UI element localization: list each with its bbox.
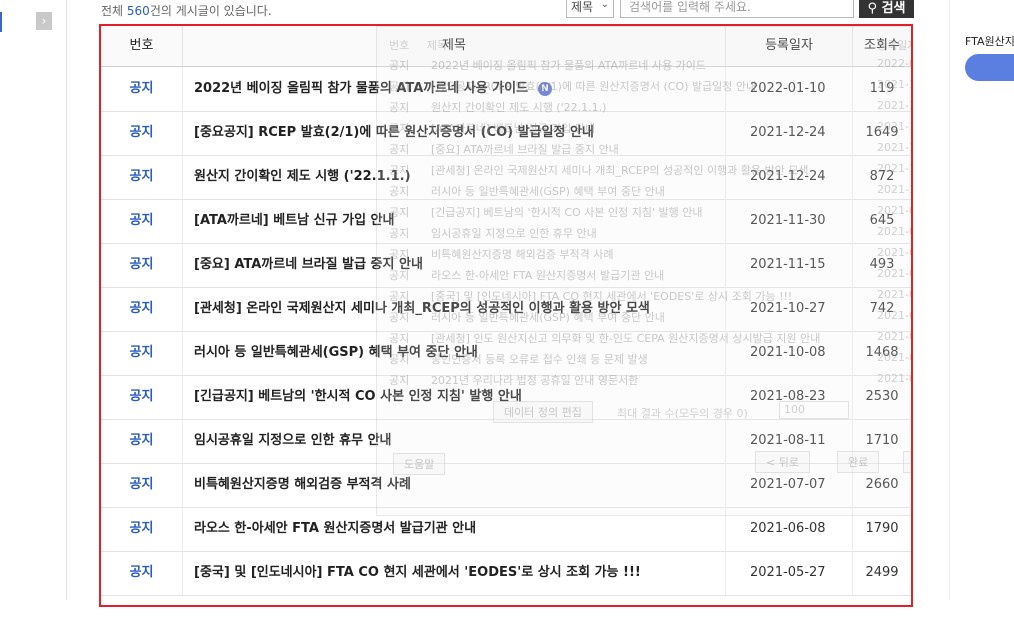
row-notice-label: 공지 bbox=[101, 243, 183, 287]
chevron-down-icon: ⌄ bbox=[600, 0, 609, 10]
table-row[interactable]: 공지 [중요] ATA까르네 브라질 발급 중지 안내 2021-11-15 493 bbox=[101, 243, 911, 288]
row-title-text: [중요] ATA까르네 브라질 발급 중지 안내 bbox=[194, 257, 423, 272]
search-input[interactable]: 검색어를 입력해 주세요. bbox=[620, 0, 854, 18]
row-title-link[interactable]: 비특혜원산지증명 해외검증 부적격 사례 bbox=[183, 463, 726, 507]
row-date: 2021-10-08 bbox=[726, 331, 853, 375]
fta-widget-label: FTA원산지 bbox=[965, 35, 1014, 48]
total-post-count: 전체 560건의 게시글이 있습니다. bbox=[101, 4, 272, 18]
table-row[interactable]: 공지 임시공휴일 지정으로 인한 휴무 안내 2021-08-11 1710 bbox=[101, 419, 911, 464]
header-no: 번호 bbox=[101, 26, 183, 66]
row-title-text: 라오스 한-아세안 FTA 원산지증명서 발급기관 안내 bbox=[194, 521, 477, 536]
row-views: 1649 bbox=[865, 125, 899, 140]
row-date: 2021-07-07 bbox=[726, 463, 853, 507]
header-title: 제목 bbox=[183, 26, 726, 66]
row-date: 2021-05-27 bbox=[726, 551, 853, 595]
row-notice-label: 공지 bbox=[101, 199, 183, 243]
search-placeholder: 검색어를 입력해 주세요. bbox=[629, 0, 751, 14]
row-title-link[interactable]: [중요] ATA까르네 브라질 발급 중지 안내 bbox=[183, 243, 726, 287]
table-row[interactable]: 공지 [ATA까르네] 베트남 신규 가입 안내 2021-11-30 645 bbox=[101, 199, 911, 244]
row-views: 2499 bbox=[865, 565, 899, 580]
row-views: 2530 bbox=[865, 389, 899, 404]
new-badge: N bbox=[538, 81, 553, 96]
row-title-link[interactable]: 임시공휴일 지정으로 인한 휴무 안내 bbox=[183, 419, 726, 463]
row-notice-label: 공지 bbox=[101, 507, 183, 551]
content-divider bbox=[949, 0, 950, 600]
fta-widget-button[interactable] bbox=[965, 54, 1014, 81]
table-row[interactable]: 공지 [관세청] 온라인 국제원산지 세미나 개최_RCEP의 성공적인 이행과 … bbox=[101, 287, 911, 332]
row-title-link[interactable]: 2022년 베이징 올림픽 참가 물품의 ATA까르네 사용 가이드 N bbox=[183, 67, 726, 111]
row-title-text: [긴급공지] 베트남의 '한시적 CO 사본 인정 지침' 발행 안내 bbox=[194, 389, 522, 404]
total-count-number: 560 bbox=[126, 4, 150, 18]
table-row[interactable]: 공지 비특혜원산지증명 해외검증 부적격 사례 2021-07-07 2660 bbox=[101, 463, 911, 508]
row-title-link[interactable]: [ATA까르네] 베트남 신규 가입 안내 bbox=[183, 199, 726, 243]
row-notice-label: 공지 bbox=[101, 287, 183, 331]
table-header: 번호 제목 등록일자 조회수 bbox=[101, 26, 911, 67]
row-title-link[interactable]: 러시아 등 일반특혜관세(GSP) 혜택 부여 중단 안내 bbox=[183, 331, 726, 375]
row-title-text: 러시아 등 일반특혜관세(GSP) 혜택 부여 중단 안내 bbox=[194, 345, 478, 360]
row-date: 2021-12-24 bbox=[726, 155, 853, 199]
search-button-label: 검색 bbox=[881, 1, 906, 16]
row-title-text: 2022년 베이징 올림픽 참가 물품의 ATA까르네 사용 가이드 bbox=[194, 81, 529, 96]
table-row[interactable]: 공지 [중국] 및 [인도네시아] FTA CO 현지 세관에서 'EODES'로… bbox=[101, 551, 911, 596]
table-row[interactable]: 공지 [중요공지] RCEP 발효(2/1)에 따른 원산지증명서 (CO) 발급… bbox=[101, 111, 911, 156]
row-notice-label: 공지 bbox=[101, 419, 183, 463]
row-title-text: [중요공지] RCEP 발효(2/1)에 따른 원산지증명서 (CO) 발급일정… bbox=[194, 125, 594, 140]
table-row[interactable]: 공지 2022년 베이징 올림픽 참가 물품의 ATA까르네 사용 가이드 N 202… bbox=[101, 67, 911, 112]
row-views: 872 bbox=[869, 169, 895, 184]
row-date: 2022-01-10 bbox=[726, 67, 853, 111]
chevron-right-icon[interactable]: › bbox=[36, 12, 52, 30]
notice-board-table: 번호 제목 등록일자 조회수 공지 2022년 베이징 올림픽 참가 물품의 AT… bbox=[99, 24, 913, 607]
row-title-text: [ATA까르네] 베트남 신규 가입 안내 bbox=[194, 213, 395, 228]
header-date: 등록일자 bbox=[726, 26, 853, 66]
row-views: 742 bbox=[869, 301, 895, 316]
row-title-link[interactable]: [중국] 및 [인도네시아] FTA CO 현지 세관에서 'EODES'로 상… bbox=[183, 551, 726, 595]
row-date: 2021-06-08 bbox=[726, 507, 853, 551]
row-title-text: 임시공휴일 지정으로 인한 휴무 안내 bbox=[194, 433, 392, 448]
row-title-link[interactable]: 라오스 한-아세안 FTA 원산지증명서 발급기관 안내 bbox=[183, 507, 726, 551]
search-button[interactable]: ⚲ 검색 bbox=[859, 0, 914, 18]
row-title-link[interactable]: [중요공지] RCEP 발효(2/1)에 따른 원산지증명서 (CO) 발급일정… bbox=[183, 111, 726, 155]
row-title-text: 원산지 간이확인 제도 시행 ('22.1.1.) bbox=[194, 169, 411, 184]
row-date: 2021-11-15 bbox=[726, 243, 853, 287]
table-row[interactable]: 공지 원산지 간이확인 제도 시행 ('22.1.1.) 2021-12-24 872 bbox=[101, 155, 911, 200]
row-notice-label: 공지 bbox=[101, 155, 183, 199]
search-field-value: 제목 bbox=[571, 0, 594, 14]
row-notice-label: 공지 bbox=[101, 375, 183, 419]
row-views: 1790 bbox=[865, 521, 899, 536]
row-date: 2021-08-23 bbox=[726, 375, 853, 419]
row-date: 2021-12-24 bbox=[726, 111, 853, 155]
search-field-select[interactable]: 제목 ⌄ bbox=[566, 0, 614, 18]
row-notice-label: 공지 bbox=[101, 463, 183, 507]
row-date: 2021-08-11 bbox=[726, 419, 853, 463]
row-views: 645 bbox=[869, 213, 895, 228]
row-notice-label: 공지 bbox=[101, 67, 183, 111]
left-sidebar: › bbox=[0, 0, 67, 600]
row-views: 493 bbox=[869, 257, 895, 272]
row-views: 1468 bbox=[865, 345, 899, 360]
table-row[interactable]: 공지 라오스 한-아세안 FTA 원산지증명서 발급기관 안내 2021-06-08… bbox=[101, 507, 911, 552]
row-date: 2021-11-30 bbox=[726, 199, 853, 243]
row-notice-label: 공지 bbox=[101, 111, 183, 155]
row-title-text: [관세청] 온라인 국제원산지 세미나 개최_RCEP의 성공적인 이행과 활용… bbox=[194, 301, 650, 316]
row-title-text: [중국] 및 [인도네시아] FTA CO 현지 세관에서 'EODES'로 상… bbox=[194, 565, 641, 580]
row-title-text: 비특혜원산지증명 해외검증 부적격 사례 bbox=[194, 477, 411, 492]
row-notice-label: 공지 bbox=[101, 331, 183, 375]
row-notice-label: 공지 bbox=[101, 551, 183, 595]
search-icon: ⚲ bbox=[867, 1, 878, 16]
row-views: 119 bbox=[869, 81, 895, 96]
row-title-link[interactable]: [긴급공지] 베트남의 '한시적 CO 사본 인정 지침' 발행 안내 bbox=[183, 375, 726, 419]
row-views: 2660 bbox=[865, 477, 899, 492]
sidebar-active-marker bbox=[0, 12, 2, 32]
row-title-link[interactable]: 원산지 간이확인 제도 시행 ('22.1.1.) bbox=[183, 155, 726, 199]
table-row[interactable]: 공지 [긴급공지] 베트남의 '한시적 CO 사본 인정 지침' 발행 안내 202… bbox=[101, 375, 911, 420]
row-date: 2021-10-27 bbox=[726, 287, 853, 331]
row-views: 1710 bbox=[865, 433, 899, 448]
row-title-link[interactable]: [관세청] 온라인 국제원산지 세미나 개최_RCEP의 성공적인 이행과 활용… bbox=[183, 287, 726, 331]
header-views: 조회수 bbox=[864, 38, 900, 53]
table-row[interactable]: 공지 러시아 등 일반특혜관세(GSP) 혜택 부여 중단 안내 2021-10-0… bbox=[101, 331, 911, 376]
